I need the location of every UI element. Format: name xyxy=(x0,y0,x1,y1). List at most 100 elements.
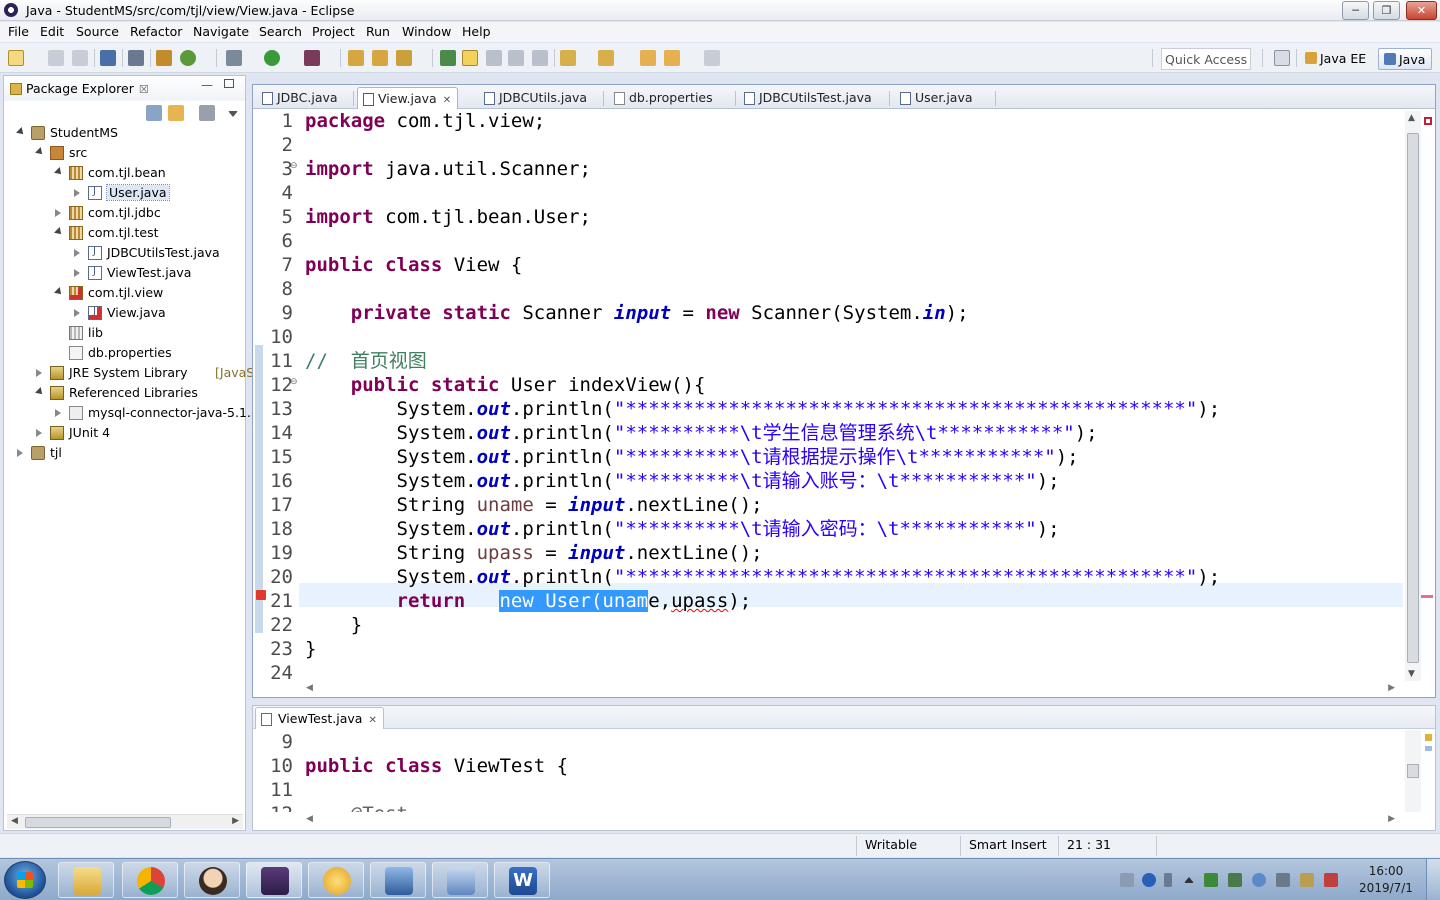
tab-jdbcutilstest-java[interactable]: JDBCUtilsTest.java xyxy=(739,87,878,109)
scroll-left-icon[interactable]: ◀ xyxy=(306,814,313,824)
tab-user-java[interactable]: User.java xyxy=(895,87,979,109)
tree-node[interactable]: JUnit 4 xyxy=(4,425,245,444)
menu-edit[interactable]: Edit xyxy=(40,24,64,39)
collapsed-icon[interactable] xyxy=(36,369,42,377)
collapse-all-icon[interactable] xyxy=(146,105,162,121)
collapsed-icon[interactable] xyxy=(17,449,23,457)
expanded-icon[interactable] xyxy=(35,387,45,397)
scroll-thumb[interactable] xyxy=(1407,133,1419,663)
clock[interactable]: 16:00 2019/7/1 xyxy=(1356,863,1416,897)
vertical-scrollbar[interactable]: ▲ ▼ xyxy=(1405,111,1421,681)
taskbar-file-explorer[interactable] xyxy=(58,862,114,898)
expanded-icon[interactable] xyxy=(35,147,45,157)
show-hidden-icons-icon[interactable] xyxy=(1184,877,1194,883)
tree-node[interactable]: com.tjl.view xyxy=(4,285,245,304)
scroll-right-icon[interactable]: ▶ xyxy=(232,816,239,826)
taskbar-word[interactable]: W xyxy=(494,862,550,898)
search-icon[interactable] xyxy=(396,50,412,66)
focus-icon[interactable] xyxy=(199,105,215,121)
menu-file[interactable]: File xyxy=(8,24,29,39)
menu-help[interactable]: Help xyxy=(462,24,491,39)
next-annotation-icon[interactable] xyxy=(560,50,576,66)
error-marker[interactable] xyxy=(1421,595,1433,598)
tree-node[interactable]: ViewTest.java xyxy=(4,265,245,284)
scroll-right-icon[interactable]: ▶ xyxy=(1388,814,1395,824)
collapsed-icon[interactable] xyxy=(74,249,80,257)
error-summary-icon[interactable] xyxy=(1424,117,1432,125)
pen-icon[interactable] xyxy=(1164,873,1172,887)
console-icon[interactable] xyxy=(100,50,116,66)
forward-icon[interactable] xyxy=(704,50,720,66)
maximize-button[interactable]: ❐ xyxy=(1373,1,1400,20)
word-wrap-icon[interactable] xyxy=(486,50,502,66)
minimize-button[interactable]: ─ xyxy=(1342,1,1369,20)
show-whitespace-icon[interactable] xyxy=(532,50,548,66)
tab-jdbc-java[interactable]: JDBC.java xyxy=(257,87,344,109)
tree-node[interactable]: mysql-connector-java-5.1.3 xyxy=(4,405,259,424)
close-icon[interactable]: ☒ xyxy=(139,83,149,96)
maximize-icon[interactable] xyxy=(224,79,234,88)
close-tab-icon[interactable]: ✕ xyxy=(443,95,451,106)
tree-node[interactable]: db.properties xyxy=(4,345,245,364)
insert-mode-status[interactable]: Smart Insert xyxy=(969,837,1047,852)
warning-marker[interactable] xyxy=(1425,734,1432,741)
last-edit-icon[interactable] xyxy=(640,50,656,66)
expanded-icon[interactable] xyxy=(16,127,26,137)
scroll-down-icon[interactable]: ▼ xyxy=(1408,669,1415,679)
refresh-icon[interactable] xyxy=(180,50,196,66)
view-menu-icon[interactable] xyxy=(228,111,238,117)
tree-node[interactable]: Referenced Libraries xyxy=(4,385,245,404)
mark-occurrences-icon[interactable] xyxy=(462,50,478,66)
show-desktop-button[interactable] xyxy=(1426,859,1440,900)
minimize-icon[interactable]: — xyxy=(201,78,213,92)
annotation-icon[interactable] xyxy=(440,50,456,66)
network-app-icon[interactable] xyxy=(1204,873,1218,887)
horizontal-scrollbar[interactable]: ◀ ▶ xyxy=(303,683,1403,697)
tab-jdbcutils-java[interactable]: JDBCUtils.java xyxy=(479,87,593,109)
tab-view-java[interactable]: View.java ✕ xyxy=(357,87,459,109)
collapsed-icon[interactable] xyxy=(55,209,61,217)
code-area[interactable]: ⊖ ⊖ 1 2 3 4 5 6 7 8 9 10 11 12 13 14 15 16 17 18 19 20 21 22 2… xyxy=(253,109,1403,683)
new-package-icon[interactable] xyxy=(156,50,172,66)
perspective-java-ee[interactable]: Java EE xyxy=(1300,48,1372,70)
back-icon[interactable] xyxy=(664,50,680,66)
collapsed-icon[interactable] xyxy=(74,269,80,277)
menu-source[interactable]: Source xyxy=(76,24,119,39)
cursor-position[interactable]: 21 : 31 xyxy=(1067,837,1111,852)
taskbar-sun-app[interactable] xyxy=(308,862,364,898)
perspective-java[interactable]: Java xyxy=(1378,48,1433,70)
collapsed-icon[interactable] xyxy=(74,189,80,197)
block-select-icon[interactable] xyxy=(508,50,524,66)
tree-node[interactable]: JRE System Library [JavaSE-1.8 xyxy=(4,365,287,384)
menu-refactor[interactable]: Refactor xyxy=(130,24,182,39)
menu-run[interactable]: Run xyxy=(366,24,390,39)
taskbar-avatar-app[interactable] xyxy=(184,862,240,898)
scroll-thumb[interactable] xyxy=(25,817,171,828)
menu-search[interactable]: Search xyxy=(259,24,302,39)
save-all-icon[interactable] xyxy=(72,50,88,66)
taskbar-chrome[interactable] xyxy=(122,862,178,898)
scroll-right-icon[interactable]: ▶ xyxy=(1388,683,1395,693)
expanded-icon[interactable] xyxy=(54,227,64,237)
tab-db-properties[interactable]: db.properties xyxy=(609,87,719,109)
tree-node[interactable]: StudentMS xyxy=(4,125,245,144)
keyboard-icon[interactable] xyxy=(1120,873,1134,887)
secondary-code-area[interactable]: 9 10 11 12 public class ViewTest { @Test xyxy=(253,730,1403,812)
collapsed-icon[interactable] xyxy=(74,309,80,317)
scroll-left-icon[interactable]: ◀ xyxy=(11,816,18,826)
close-tab-icon[interactable]: ✕ xyxy=(368,715,376,726)
overview-marker[interactable] xyxy=(1425,746,1432,751)
tab-viewtest-java[interactable]: ViewTest.java ✕ xyxy=(255,707,384,729)
sync-icon[interactable] xyxy=(1228,873,1242,887)
close-button[interactable]: ✕ xyxy=(1406,1,1437,20)
tree-node[interactable]: com.tjl.bean xyxy=(4,165,245,184)
tree-node[interactable]: JDBCUtilsTest.java xyxy=(4,245,245,264)
menu-navigate[interactable]: Navigate xyxy=(193,24,249,39)
save-icon[interactable] xyxy=(48,50,64,66)
scroll-left-icon[interactable]: ◀ xyxy=(306,683,313,693)
external-tools-icon[interactable] xyxy=(304,50,320,66)
taskbar-java-ee-ide[interactable] xyxy=(246,862,302,898)
prev-annotation-icon[interactable] xyxy=(598,50,614,66)
expanded-icon[interactable] xyxy=(54,287,64,297)
tree-node[interactable]: tjl xyxy=(4,445,245,464)
